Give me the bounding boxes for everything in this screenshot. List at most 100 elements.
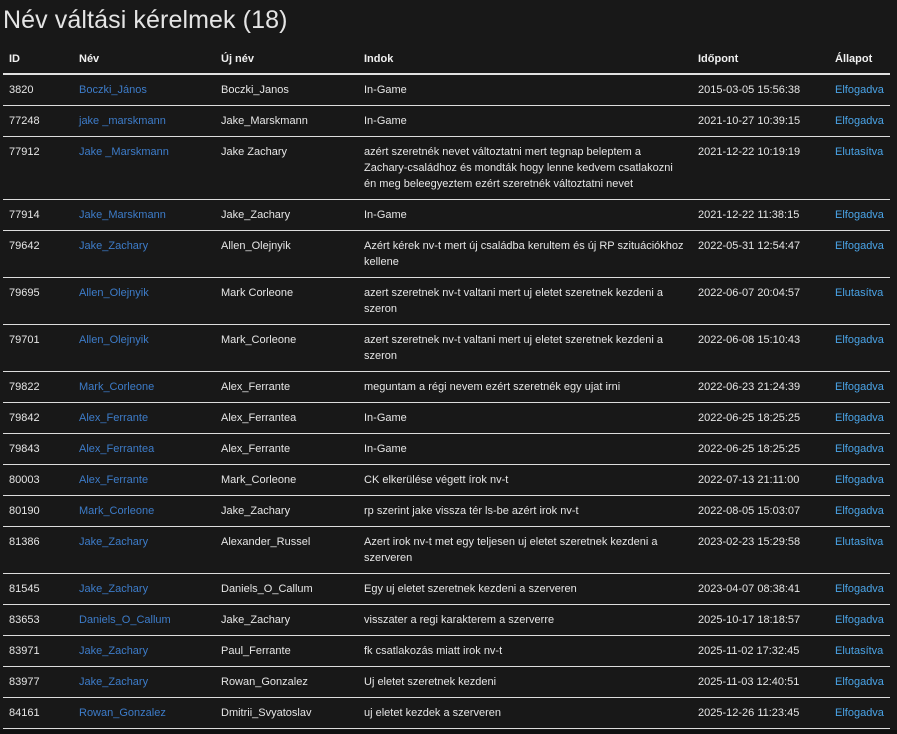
column-header-time[interactable]: Időpont (692, 45, 829, 75)
cell-status: Elfogadva (829, 402, 890, 434)
cell-status: Elfogadva (829, 74, 890, 106)
cell-name-link[interactable]: Allen_Olejnyik (79, 287, 149, 299)
table-row: 79842 Alex_Ferrante Alex_Ferrantea In-Game 2… (3, 402, 890, 434)
table-row: 77912 Jake _Marskmann Jake Zachary azért sz… (3, 136, 890, 200)
cell-name: Allen_Olejnyik (73, 324, 215, 372)
cell-name-link[interactable]: Rowan_Gonzalez (79, 707, 166, 719)
cell-id: 79822 (3, 371, 73, 403)
cell-name: Jake_Zachary (73, 666, 215, 698)
cell-name-link[interactable]: jake _marskmann (79, 115, 166, 127)
cell-time: 2022-07-13 21:11:00 (692, 464, 829, 496)
cell-status: Elfogadva (829, 199, 890, 231)
cell-status-link[interactable]: Elfogadva (835, 443, 884, 455)
cell-name-link[interactable]: Alex_Ferrantea (79, 443, 154, 455)
cell-time: 2021-10-27 10:39:15 (692, 105, 829, 137)
cell-reason: In-Game (358, 74, 692, 106)
cell-status-link[interactable]: Elfogadva (835, 614, 884, 626)
cell-time: 2025-12-26 11:23:45 (692, 697, 829, 729)
cell-new-name: Alex_Ferrantea (215, 402, 358, 434)
cell-time: 2022-05-31 12:54:47 (692, 230, 829, 278)
table-body: 3820 Boczki_János Boczki_Janos In-Game 2015-… (3, 74, 890, 729)
cell-name: Boczki_János (73, 74, 215, 106)
cell-new-name: Jake Zachary (215, 136, 358, 200)
cell-name: Jake_Zachary (73, 573, 215, 605)
cell-id: 83977 (3, 666, 73, 698)
cell-status-link[interactable]: Elfogadva (835, 676, 884, 688)
cell-id: 80190 (3, 495, 73, 527)
table-row: 83653 Daniels_O_Callum Jake_Zachary visszat… (3, 604, 890, 636)
cell-name: jake _marskmann (73, 105, 215, 137)
cell-status-link[interactable]: Elfogadva (835, 209, 884, 221)
cell-name: Jake_Zachary (73, 635, 215, 667)
cell-name-link[interactable]: Jake_Marskmann (79, 209, 166, 221)
cell-status: Elfogadva (829, 105, 890, 137)
cell-status-link[interactable]: Elfogadva (835, 381, 884, 393)
table-row: 77248 jake _marskmann Jake_Marskmann In-Gam… (3, 105, 890, 137)
cell-time: 2022-06-23 21:24:39 (692, 371, 829, 403)
cell-name-link[interactable]: Mark_Corleone (79, 381, 154, 393)
cell-name-link[interactable]: Daniels_O_Callum (79, 614, 171, 626)
cell-reason: Uj eletet szeretnek kezdeni (358, 666, 692, 698)
cell-status-link[interactable]: Elfogadva (835, 583, 884, 595)
table-row: 81545 Jake_Zachary Daniels_O_Callum Egy uj … (3, 573, 890, 605)
cell-name-link[interactable]: Jake_Zachary (79, 583, 148, 595)
cell-new-name: Jake_Zachary (215, 495, 358, 527)
cell-name: Rowan_Gonzalez (73, 697, 215, 729)
cell-name-link[interactable]: Alex_Ferrante (79, 474, 148, 486)
column-header-status[interactable]: Állapot (829, 45, 890, 75)
cell-new-name: Jake_Zachary (215, 604, 358, 636)
cell-reason: meguntam a régi nevem ezért szeretnék eg… (358, 371, 692, 403)
cell-status-link[interactable]: Elutasítva (835, 146, 883, 158)
cell-name-link[interactable]: Jake_Zachary (79, 240, 148, 252)
cell-name-link[interactable]: Allen_Olejnyik (79, 334, 149, 346)
cell-name: Alex_Ferrante (73, 464, 215, 496)
column-header-name[interactable]: Név (73, 45, 215, 75)
cell-status-link[interactable]: Elfogadva (835, 240, 884, 252)
bottom-bar (0, 730, 897, 734)
cell-status: Elfogadva (829, 433, 890, 465)
cell-reason: CK elkerülése végett írok nv-t (358, 464, 692, 496)
cell-status-link[interactable]: Elfogadva (835, 334, 884, 346)
cell-new-name: Rowan_Gonzalez (215, 666, 358, 698)
cell-status-link[interactable]: Elutasítva (835, 645, 883, 657)
cell-status-link[interactable]: Elutasítva (835, 536, 883, 548)
table-header-row: ID Név Új név Indok Időpont Állapot (3, 45, 890, 75)
cell-id: 84161 (3, 697, 73, 729)
cell-reason: rp szerint jake vissza tér ls-be azért i… (358, 495, 692, 527)
cell-name-link[interactable]: Alex_Ferrante (79, 412, 148, 424)
cell-new-name: Alex_Ferrante (215, 433, 358, 465)
cell-status: Elfogadva (829, 604, 890, 636)
cell-name-link[interactable]: Jake_Zachary (79, 536, 148, 548)
cell-time: 2021-12-22 10:19:19 (692, 136, 829, 200)
column-header-id[interactable]: ID (3, 45, 73, 75)
cell-name-link[interactable]: Mark_Corleone (79, 505, 154, 517)
column-header-new-name[interactable]: Új név (215, 45, 358, 75)
cell-name-link[interactable]: Boczki_János (79, 84, 147, 96)
cell-name-link[interactable]: Jake_Zachary (79, 676, 148, 688)
cell-status-link[interactable]: Elutasítva (835, 287, 883, 299)
cell-id: 79843 (3, 433, 73, 465)
cell-new-name: Paul_Ferrante (215, 635, 358, 667)
cell-status-link[interactable]: Elfogadva (835, 505, 884, 517)
cell-new-name: Mark_Corleone (215, 324, 358, 372)
cell-status-link[interactable]: Elfogadva (835, 707, 884, 719)
cell-status: Elutasítva (829, 526, 890, 574)
cell-id: 83971 (3, 635, 73, 667)
cell-status-link[interactable]: Elfogadva (835, 474, 884, 486)
cell-status-link[interactable]: Elfogadva (835, 84, 884, 96)
cell-status: Elfogadva (829, 371, 890, 403)
cell-reason: In-Game (358, 402, 692, 434)
cell-name-link[interactable]: Jake _Marskmann (79, 146, 169, 158)
cell-reason: Azert irok nv-t met egy teljesen uj elet… (358, 526, 692, 574)
cell-time: 2022-06-25 18:25:25 (692, 402, 829, 434)
cell-id: 79842 (3, 402, 73, 434)
cell-status: Elfogadva (829, 666, 890, 698)
cell-reason: visszater a regi karakterem a szerverre (358, 604, 692, 636)
cell-time: 2022-08-05 15:03:07 (692, 495, 829, 527)
cell-name-link[interactable]: Jake_Zachary (79, 645, 148, 657)
table-row: 83971 Jake_Zachary Paul_Ferrante fk csatlak… (3, 635, 890, 667)
cell-status-link[interactable]: Elfogadva (835, 115, 884, 127)
column-header-reason[interactable]: Indok (358, 45, 692, 75)
cell-time: 2023-02-23 15:29:58 (692, 526, 829, 574)
cell-status-link[interactable]: Elfogadva (835, 412, 884, 424)
